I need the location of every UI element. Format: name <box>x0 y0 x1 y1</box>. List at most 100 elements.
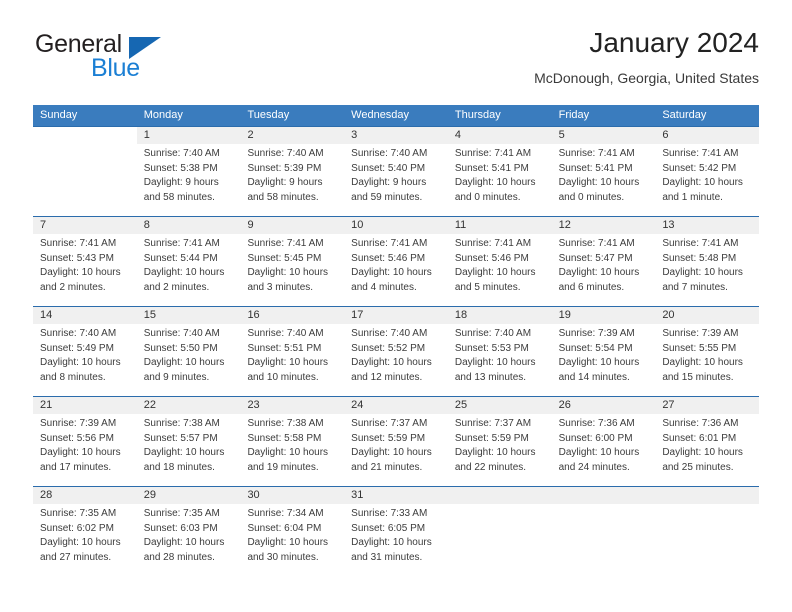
sunrise-text: Sunrise: 7:39 AM <box>558 328 635 339</box>
daylight-text-line2: and 25 minutes. <box>662 461 734 473</box>
daylight-text-line2: and 14 minutes. <box>558 371 630 383</box>
day-cell[interactable]: 21 Sunrise: 7:39 AM Sunset: 5:56 PM Dayl… <box>33 397 137 486</box>
daylight-text-line2: and 8 minutes. <box>40 371 106 383</box>
daylight-text-line1: Daylight: 10 hours <box>351 267 432 279</box>
day-details: Sunrise: 7:41 AM Sunset: 5:42 PM Dayligh… <box>655 144 759 205</box>
day-cell[interactable]: 28 Sunrise: 7:35 AM Sunset: 6:02 PM Dayl… <box>33 487 137 576</box>
day-cell[interactable]: 1 Sunrise: 7:40 AM Sunset: 5:38 PM Dayli… <box>136 127 241 216</box>
day-number: 11 <box>447 217 552 234</box>
daylight-text-line1: Daylight: 10 hours <box>662 267 743 279</box>
day-number: 8 <box>136 217 241 234</box>
sunrise-text: Sunrise: 7:34 AM <box>247 508 324 519</box>
day-cell[interactable]: 17 Sunrise: 7:40 AM Sunset: 5:52 PM Dayl… <box>344 307 448 396</box>
day-cell[interactable]: 3 Sunrise: 7:40 AM Sunset: 5:40 PM Dayli… <box>344 127 448 216</box>
sunrise-text: Sunrise: 7:36 AM <box>662 418 739 429</box>
day-number: 19 <box>551 307 656 324</box>
day-number: 2 <box>240 127 345 144</box>
week-row: 14 Sunrise: 7:40 AM Sunset: 5:49 PM Dayl… <box>33 306 760 396</box>
day-cell[interactable]: 14 Sunrise: 7:40 AM Sunset: 5:49 PM Dayl… <box>33 307 137 396</box>
day-number: 29 <box>136 487 241 504</box>
day-details: Sunrise: 7:34 AM Sunset: 6:04 PM Dayligh… <box>240 504 344 565</box>
day-cell[interactable]: 19 Sunrise: 7:39 AM Sunset: 5:54 PM Dayl… <box>551 307 656 396</box>
day-cell[interactable]: 13 Sunrise: 7:41 AM Sunset: 5:48 PM Dayl… <box>655 217 760 306</box>
day-cell <box>447 487 552 576</box>
day-cell[interactable]: 12 Sunrise: 7:41 AM Sunset: 5:47 PM Dayl… <box>551 217 656 306</box>
day-cell[interactable]: 27 Sunrise: 7:36 AM Sunset: 6:01 PM Dayl… <box>655 397 760 486</box>
sunset-text: Sunset: 5:59 PM <box>351 432 426 444</box>
day-cell[interactable]: 22 Sunrise: 7:38 AM Sunset: 5:57 PM Dayl… <box>136 397 241 486</box>
daylight-text-line1: Daylight: 10 hours <box>351 357 432 369</box>
day-cell[interactable]: 10 Sunrise: 7:41 AM Sunset: 5:46 PM Dayl… <box>344 217 448 306</box>
sunrise-text: Sunrise: 7:41 AM <box>662 238 739 249</box>
day-cell[interactable]: 24 Sunrise: 7:37 AM Sunset: 5:59 PM Dayl… <box>344 397 448 486</box>
sunrise-text: Sunrise: 7:41 AM <box>143 238 220 249</box>
day-cell[interactable]: 4 Sunrise: 7:41 AM Sunset: 5:41 PM Dayli… <box>447 127 552 216</box>
daylight-text-line2: and 15 minutes. <box>662 371 734 383</box>
sunrise-text: Sunrise: 7:41 AM <box>662 148 739 159</box>
day-cell[interactable]: 26 Sunrise: 7:36 AM Sunset: 6:00 PM Dayl… <box>551 397 656 486</box>
sunrise-text: Sunrise: 7:40 AM <box>351 148 428 159</box>
day-cell[interactable]: 20 Sunrise: 7:39 AM Sunset: 5:55 PM Dayl… <box>655 307 760 396</box>
day-cell[interactable]: 16 Sunrise: 7:40 AM Sunset: 5:51 PM Dayl… <box>240 307 345 396</box>
day-details: Sunrise: 7:36 AM Sunset: 6:01 PM Dayligh… <box>655 414 759 475</box>
general-blue-logo[interactable]: General Blue <box>33 30 263 92</box>
sunrise-text: Sunrise: 7:36 AM <box>558 418 635 429</box>
day-cell[interactable]: 7 Sunrise: 7:41 AM Sunset: 5:43 PM Dayli… <box>33 217 137 306</box>
daylight-text-line2: and 30 minutes. <box>247 551 319 563</box>
daylight-text-line2: and 21 minutes. <box>351 461 423 473</box>
sunrise-text: Sunrise: 7:40 AM <box>247 328 324 339</box>
calendar-grid: Sunday Monday Tuesday Wednesday Thursday… <box>33 105 760 576</box>
day-number: 25 <box>447 397 552 414</box>
sunset-text: Sunset: 5:48 PM <box>662 252 737 264</box>
day-cell[interactable]: 25 Sunrise: 7:37 AM Sunset: 5:59 PM Dayl… <box>447 397 552 486</box>
day-details: Sunrise: 7:41 AM Sunset: 5:44 PM Dayligh… <box>137 234 241 295</box>
title-block: January 2024 McDonough, Georgia, United … <box>534 26 759 88</box>
day-cell[interactable]: 31 Sunrise: 7:33 AM Sunset: 6:05 PM Dayl… <box>344 487 448 576</box>
daylight-text-line2: and 19 minutes. <box>247 461 319 473</box>
day-cell[interactable]: 30 Sunrise: 7:34 AM Sunset: 6:04 PM Dayl… <box>240 487 345 576</box>
daylight-text-line1: Daylight: 10 hours <box>247 537 329 549</box>
day-cell[interactable]: 6 Sunrise: 7:41 AM Sunset: 5:42 PM Dayli… <box>655 127 760 216</box>
sunset-text: Sunset: 5:46 PM <box>351 252 426 264</box>
day-number: 13 <box>655 217 760 234</box>
day-cell[interactable]: 11 Sunrise: 7:41 AM Sunset: 5:46 PM Dayl… <box>447 217 552 306</box>
daylight-text-line1: Daylight: 10 hours <box>40 357 121 369</box>
daylight-text-line2: and 3 minutes. <box>247 281 314 293</box>
sunrise-text: Sunrise: 7:40 AM <box>351 328 428 339</box>
day-cell[interactable]: 8 Sunrise: 7:41 AM Sunset: 5:44 PM Dayli… <box>136 217 241 306</box>
sunset-text: Sunset: 6:04 PM <box>247 522 322 534</box>
daylight-text-line2: and 58 minutes. <box>143 191 215 203</box>
day-number: 7 <box>33 217 137 234</box>
day-cell[interactable]: 29 Sunrise: 7:35 AM Sunset: 6:03 PM Dayl… <box>136 487 241 576</box>
day-details: Sunrise: 7:41 AM Sunset: 5:45 PM Dayligh… <box>240 234 344 295</box>
sunrise-text: Sunrise: 7:40 AM <box>143 148 220 159</box>
sunrise-text: Sunrise: 7:39 AM <box>40 418 117 429</box>
day-details: Sunrise: 7:41 AM Sunset: 5:41 PM Dayligh… <box>552 144 656 205</box>
daylight-text-line2: and 31 minutes. <box>351 551 423 563</box>
daylight-text-line1: Daylight: 10 hours <box>351 537 432 549</box>
week-row: 21 Sunrise: 7:39 AM Sunset: 5:56 PM Dayl… <box>33 396 760 486</box>
day-number: 14 <box>33 307 137 324</box>
daylight-text-line2: and 22 minutes. <box>454 461 527 473</box>
day-details: Sunrise: 7:40 AM Sunset: 5:53 PM Dayligh… <box>448 324 552 385</box>
day-number: 28 <box>33 487 137 504</box>
day-cell[interactable]: 15 Sunrise: 7:40 AM Sunset: 5:50 PM Dayl… <box>136 307 241 396</box>
daylight-text-line2: and 2 minutes. <box>40 281 106 293</box>
daylight-text-line1: Daylight: 10 hours <box>40 537 121 549</box>
day-cell[interactable]: 18 Sunrise: 7:40 AM Sunset: 5:53 PM Dayl… <box>447 307 552 396</box>
day-cell[interactable]: 9 Sunrise: 7:41 AM Sunset: 5:45 PM Dayli… <box>240 217 345 306</box>
day-cell[interactable]: 23 Sunrise: 7:38 AM Sunset: 5:58 PM Dayl… <box>240 397 345 486</box>
day-number <box>655 487 760 504</box>
day-number: 9 <box>240 217 345 234</box>
week-row: 28 Sunrise: 7:35 AM Sunset: 6:02 PM Dayl… <box>33 486 760 576</box>
day-details <box>552 504 656 507</box>
day-details: Sunrise: 7:40 AM Sunset: 5:52 PM Dayligh… <box>344 324 448 385</box>
weekday-header-wednesday: Wednesday <box>351 109 410 121</box>
daylight-text-line1: Daylight: 10 hours <box>454 447 536 459</box>
daylight-text-line1: Daylight: 10 hours <box>558 267 640 279</box>
sunset-text: Sunset: 6:03 PM <box>143 522 218 534</box>
day-details: Sunrise: 7:35 AM Sunset: 6:02 PM Dayligh… <box>33 504 137 565</box>
day-cell[interactable]: 5 Sunrise: 7:41 AM Sunset: 5:41 PM Dayli… <box>551 127 656 216</box>
day-cell[interactable]: 2 Sunrise: 7:40 AM Sunset: 5:39 PM Dayli… <box>240 127 345 216</box>
sunrise-text: Sunrise: 7:41 AM <box>454 148 532 159</box>
